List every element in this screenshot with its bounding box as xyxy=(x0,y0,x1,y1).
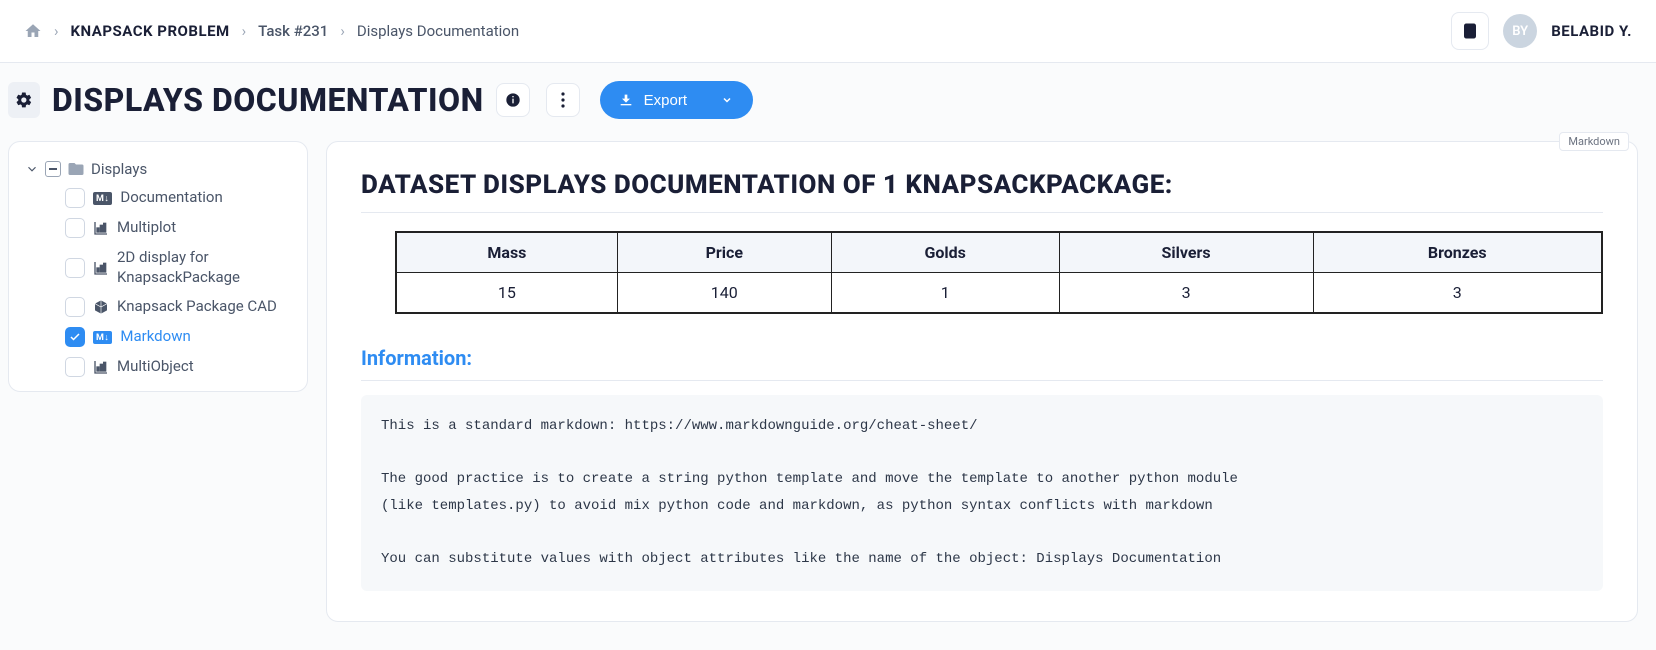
table-cell: 3 xyxy=(1059,273,1313,314)
table-header: Silvers xyxy=(1059,232,1313,273)
checkbox[interactable] xyxy=(65,297,85,317)
chevron-down-icon xyxy=(721,94,733,106)
sidebar-item-label: 2D display for KnapsackPackage xyxy=(117,248,297,287)
markdown-badge-icon: M↓ xyxy=(93,331,112,344)
tree-root[interactable]: Displays xyxy=(19,156,297,182)
avatar-initials: BY xyxy=(1512,24,1528,39)
chart-icon xyxy=(93,220,109,236)
section-title: Information: xyxy=(361,346,1603,381)
chevron-right-icon: › xyxy=(54,22,59,40)
sidebar-item-label: Documentation xyxy=(120,188,222,208)
checkbox[interactable] xyxy=(65,188,85,208)
cube-icon xyxy=(93,299,109,315)
page-title: DISPLAYS DOCUMENTATION xyxy=(52,81,484,119)
table-cell: 15 xyxy=(396,273,617,314)
folder-icon xyxy=(67,160,85,178)
main-panel: Markdown DATASET DISPLAYS DOCUMENTATION … xyxy=(326,141,1638,622)
chevron-down-icon xyxy=(25,162,39,176)
table-cell: 3 xyxy=(1313,273,1602,314)
title-bar: DISPLAYS DOCUMENTATION Export xyxy=(0,63,1656,137)
export-label: Export xyxy=(644,92,687,109)
markdown-badge-icon: M↓ xyxy=(93,192,112,205)
collapse-icon xyxy=(45,161,61,177)
more-icon-button[interactable] xyxy=(546,83,580,117)
checkbox[interactable] xyxy=(65,258,85,278)
sidebar-item-label: MultiObject xyxy=(117,357,194,377)
info-icon-button[interactable] xyxy=(496,83,530,117)
chart-icon xyxy=(93,359,109,375)
dataset-title: DATASET DISPLAYS DOCUMENTATION OF 1 KNAP… xyxy=(361,170,1603,213)
sidebar-item-markdown[interactable]: M↓ Markdown xyxy=(65,327,297,347)
table-cell: 140 xyxy=(617,273,831,314)
table-header: Price xyxy=(617,232,831,273)
header-right: BY BELABID Y. xyxy=(1451,12,1632,50)
chevron-right-icon: › xyxy=(340,22,345,40)
tree-root-label: Displays xyxy=(91,160,147,178)
sidebar-item-2d-display[interactable]: 2D display for KnapsackPackage xyxy=(65,248,297,287)
sidebar: Displays M↓ Documentation Multiplot 2D d… xyxy=(8,141,308,392)
home-icon[interactable] xyxy=(24,22,42,40)
chart-icon xyxy=(93,260,109,276)
info-block: This is a standard markdown: https://www… xyxy=(361,395,1603,591)
sidebar-item-label: Knapsack Package CAD xyxy=(117,297,277,317)
username: BELABID Y. xyxy=(1551,22,1632,40)
sidebar-item-knapsack-cad[interactable]: Knapsack Package CAD xyxy=(65,297,297,317)
chevron-right-icon: › xyxy=(242,22,247,40)
panel-tag: Markdown xyxy=(1559,132,1629,151)
breadcrumb-task[interactable]: Task #231 xyxy=(258,22,328,40)
breadcrumb: › KNAPSACK PROBLEM › Task #231 › Display… xyxy=(24,22,519,40)
sidebar-item-multiobject[interactable]: MultiObject xyxy=(65,357,297,377)
table-cell: 1 xyxy=(831,273,1059,314)
app-header: › KNAPSACK PROBLEM › Task #231 › Display… xyxy=(0,0,1656,63)
tree-items: M↓ Documentation Multiplot 2D display fo… xyxy=(19,188,297,377)
breadcrumb-project[interactable]: KNAPSACK PROBLEM xyxy=(71,22,230,40)
sidebar-item-documentation[interactable]: M↓ Documentation xyxy=(65,188,297,208)
table-header: Golds xyxy=(831,232,1059,273)
data-table: Mass Price Golds Silvers Bronzes 15 140 … xyxy=(395,231,1603,314)
sidebar-item-multiplot[interactable]: Multiplot xyxy=(65,218,297,238)
content: Displays M↓ Documentation Multiplot 2D d… xyxy=(0,137,1656,650)
sidebar-item-label: Markdown xyxy=(120,327,190,347)
checkbox[interactable] xyxy=(65,327,85,347)
avatar[interactable]: BY xyxy=(1503,14,1537,48)
download-icon xyxy=(618,92,634,108)
gear-icon[interactable] xyxy=(8,82,40,118)
checkbox[interactable] xyxy=(65,357,85,377)
breadcrumb-current: Displays Documentation xyxy=(357,22,519,40)
sidebar-item-label: Multiplot xyxy=(117,218,176,238)
table-row: 15 140 1 3 3 xyxy=(396,273,1602,314)
table-header-row: Mass Price Golds Silvers Bronzes xyxy=(396,232,1602,273)
checkbox[interactable] xyxy=(65,218,85,238)
export-button[interactable]: Export xyxy=(600,81,753,119)
table-header: Bronzes xyxy=(1313,232,1602,273)
notebook-icon-button[interactable] xyxy=(1451,12,1489,50)
table-header: Mass xyxy=(396,232,617,273)
